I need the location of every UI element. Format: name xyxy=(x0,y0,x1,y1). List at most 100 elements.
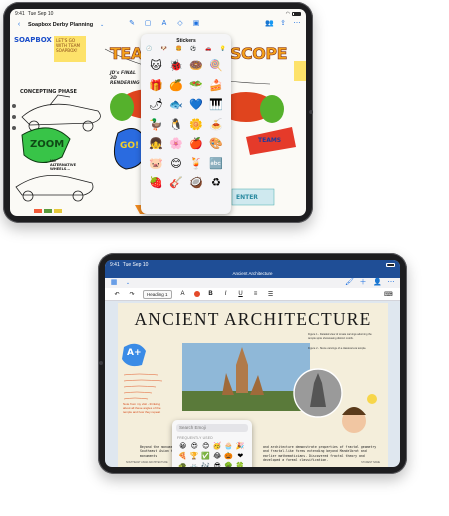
sticker-item[interactable]: 🐧 xyxy=(166,115,186,135)
tool-dot-2[interactable] xyxy=(12,115,16,119)
list-icon[interactable]: ☰ xyxy=(267,291,275,298)
sticker-category-tab[interactable]: ⚽ xyxy=(190,46,196,53)
emoji-item[interactable]: 🌳 xyxy=(223,461,235,467)
zoom-label[interactable]: ZOOM xyxy=(30,139,64,150)
emoji-item[interactable]: 🎉 xyxy=(235,441,247,451)
sticker-item[interactable]: 🍭 xyxy=(206,56,226,76)
sticker-category-tab[interactable]: 🐶 xyxy=(161,46,167,53)
sticker-item[interactable]: 🎁 xyxy=(146,76,166,96)
sticker-item[interactable]: 🐱 xyxy=(146,56,166,76)
emoji-item[interactable]: 🎶 xyxy=(200,461,212,467)
format-brush-icon[interactable]: 🖌 xyxy=(345,279,354,287)
sticker-category-tab[interactable]: 💡 xyxy=(220,46,226,53)
sticker-item[interactable]: 🎨 xyxy=(206,134,226,154)
more-icon[interactable]: ⋯ xyxy=(387,279,395,287)
sticker-category-tab[interactable]: 🕘 xyxy=(146,46,152,53)
emoji-search-input[interactable]: Search Emoji xyxy=(176,424,248,432)
emoji-item[interactable]: ✅ xyxy=(200,451,212,461)
sticker-item[interactable]: 🎹 xyxy=(206,95,226,115)
sticker-item[interactable]: 👧 xyxy=(146,134,166,154)
sticker-item[interactable]: 🐟 xyxy=(166,95,186,115)
text-color-swatch[interactable] xyxy=(193,291,200,297)
emoji-item[interactable]: 🍕 xyxy=(177,451,189,461)
document-title-bar: Ancient Architecture xyxy=(105,269,400,278)
emoji-item[interactable]: 🥳 xyxy=(212,441,224,451)
status-icons xyxy=(386,262,395,267)
note-top-right[interactable] xyxy=(294,61,306,81)
emoji-grid: 😀😍😊🥳🧁🎉🍕🏆✅😂🎃❤🐢🚲🎶😎🌳🍀🤩👍💡😺🎈⭐🍦🌈🔥✨🐝👀 xyxy=(177,441,247,467)
go-label[interactable]: GO! xyxy=(120,141,139,151)
footer-left: SOUTHEAST ASIAN ARCHITECTURE xyxy=(126,461,168,464)
handwritten-note[interactable]: Note from my visit - thinking about all … xyxy=(123,402,168,415)
emoji-item[interactable]: 😊 xyxy=(200,441,212,451)
emoji-item[interactable]: 😎 xyxy=(212,461,224,467)
sticker-item[interactable]: 🥗 xyxy=(186,76,206,96)
sticker-category-tab[interactable]: 🚗 xyxy=(205,46,211,53)
emoji-picker: Search Emoji FREQUENTLY USED 😀 😍 😊 🥳 🧁 🎉 🍕 🏆 ✅ 😂 🎃… xyxy=(172,420,252,467)
undo-icon[interactable]: ↶ xyxy=(113,291,121,298)
emoji-item[interactable]: 🚲 xyxy=(189,461,201,467)
sticker-item[interactable]: 💙 xyxy=(186,95,206,115)
underline-button[interactable]: U xyxy=(237,291,245,297)
note-final[interactable]: JD's FINAL 3D RENDERING xyxy=(110,71,144,86)
sticker-item[interactable]: 🥥 xyxy=(186,173,206,193)
document-name[interactable]: Ancient Architecture xyxy=(232,271,272,276)
banner-right[interactable]: SCOPE xyxy=(230,44,288,64)
sticker-item[interactable]: 🐞 xyxy=(166,56,186,76)
figure-caption-1[interactable]: Figure 1 - Detailed view of ornate carvi… xyxy=(308,333,378,340)
tool-dot-1[interactable] xyxy=(12,104,16,108)
sticker-item[interactable]: 🎸 xyxy=(166,173,186,193)
sticker-item[interactable]: 🔤 xyxy=(206,154,226,174)
sticker-item[interactable]: 🌶 xyxy=(146,95,166,115)
sticker-item[interactable]: 🍊 xyxy=(166,76,186,96)
italic-button[interactable]: I xyxy=(222,291,230,297)
emoji-item[interactable]: 😂 xyxy=(212,451,224,461)
paragraph-style-button[interactable]: Heading 1 xyxy=(143,289,172,299)
sticker-item[interactable]: 🍰 xyxy=(206,76,226,96)
documents-icon[interactable]: ▦ xyxy=(110,279,118,287)
concepting-label[interactable]: CONCEPTING PHASE xyxy=(20,89,77,95)
status-bar: 9:41 Tue Sep 10 xyxy=(105,260,400,269)
emoji-item[interactable]: 😍 xyxy=(189,441,201,451)
sticker-item[interactable]: 😊 xyxy=(166,154,186,174)
tool-dot-3[interactable] xyxy=(12,126,16,130)
emoji-item[interactable]: 🍀 xyxy=(235,461,247,467)
emoji-item[interactable]: 🏆 xyxy=(189,451,201,461)
format-bar: ↶ ↷ Heading 1 A B I U ≡ ☰ ⌨ xyxy=(105,288,400,301)
sticker-item[interactable]: 🌼 xyxy=(186,115,206,135)
car-sketch-bottom xyxy=(15,174,94,202)
bold-button[interactable]: B xyxy=(207,291,215,297)
body-text-right[interactable]: and architecture demonstrate properties … xyxy=(263,445,381,462)
align-icon[interactable]: ≡ xyxy=(252,291,260,297)
sticker-item[interactable]: 🍩 xyxy=(186,56,206,76)
chevron-down-icon[interactable]: ⌄ xyxy=(124,279,132,287)
emoji-item[interactable]: 🧁 xyxy=(223,441,235,451)
emoji-item[interactable]: ❤ xyxy=(235,451,247,461)
sticker-item[interactable]: ♻ xyxy=(206,173,226,193)
sticker-item[interactable]: 🦆 xyxy=(146,115,166,135)
sticker-label[interactable]: A+ xyxy=(127,348,142,358)
font-size-icon[interactable]: A xyxy=(179,291,187,297)
insert-plus-icon[interactable]: ＋ xyxy=(359,279,367,287)
note-bottom-left[interactable]: NO ALTERNATIVE WHEELS... xyxy=(50,159,80,171)
collaborate-icon[interactable]: 👤 xyxy=(373,279,382,287)
sticker-item[interactable]: 🐷 xyxy=(146,154,166,174)
footer-right: STUDENT NAME xyxy=(361,461,380,464)
emoji-item[interactable]: 🐢 xyxy=(177,461,189,467)
sticker-category-tab[interactable]: 🍔 xyxy=(176,46,182,53)
keyboard-icon[interactable]: ⌨ xyxy=(384,291,393,298)
emoji-item[interactable]: 🎃 xyxy=(223,451,235,461)
sticker-item[interactable]: 🌸 xyxy=(166,134,186,154)
sticker-item[interactable]: 🍹 xyxy=(186,154,206,174)
figure-caption-2[interactable]: Figure 2 - Stone carvings of a classical… xyxy=(308,347,378,351)
teams-label[interactable]: TEAMS xyxy=(258,137,281,144)
note-top-left[interactable]: LET'S GO WITH TEAM SOAPBOX! xyxy=(54,36,86,62)
sticker-item[interactable]: 🍓 xyxy=(146,173,166,193)
sticker-item[interactable]: 🍝 xyxy=(206,115,226,135)
document-page[interactable]: ANCIENT ARCHITECTURE A+ Note from my vis… xyxy=(118,303,388,467)
sticker-item[interactable]: 🍎 xyxy=(186,134,206,154)
enter-label[interactable]: ENTER xyxy=(236,194,258,201)
emoji-item[interactable]: 😀 xyxy=(177,441,189,451)
logo-left[interactable]: SOAPBOX xyxy=(14,36,52,44)
redo-icon[interactable]: ↷ xyxy=(128,291,136,298)
